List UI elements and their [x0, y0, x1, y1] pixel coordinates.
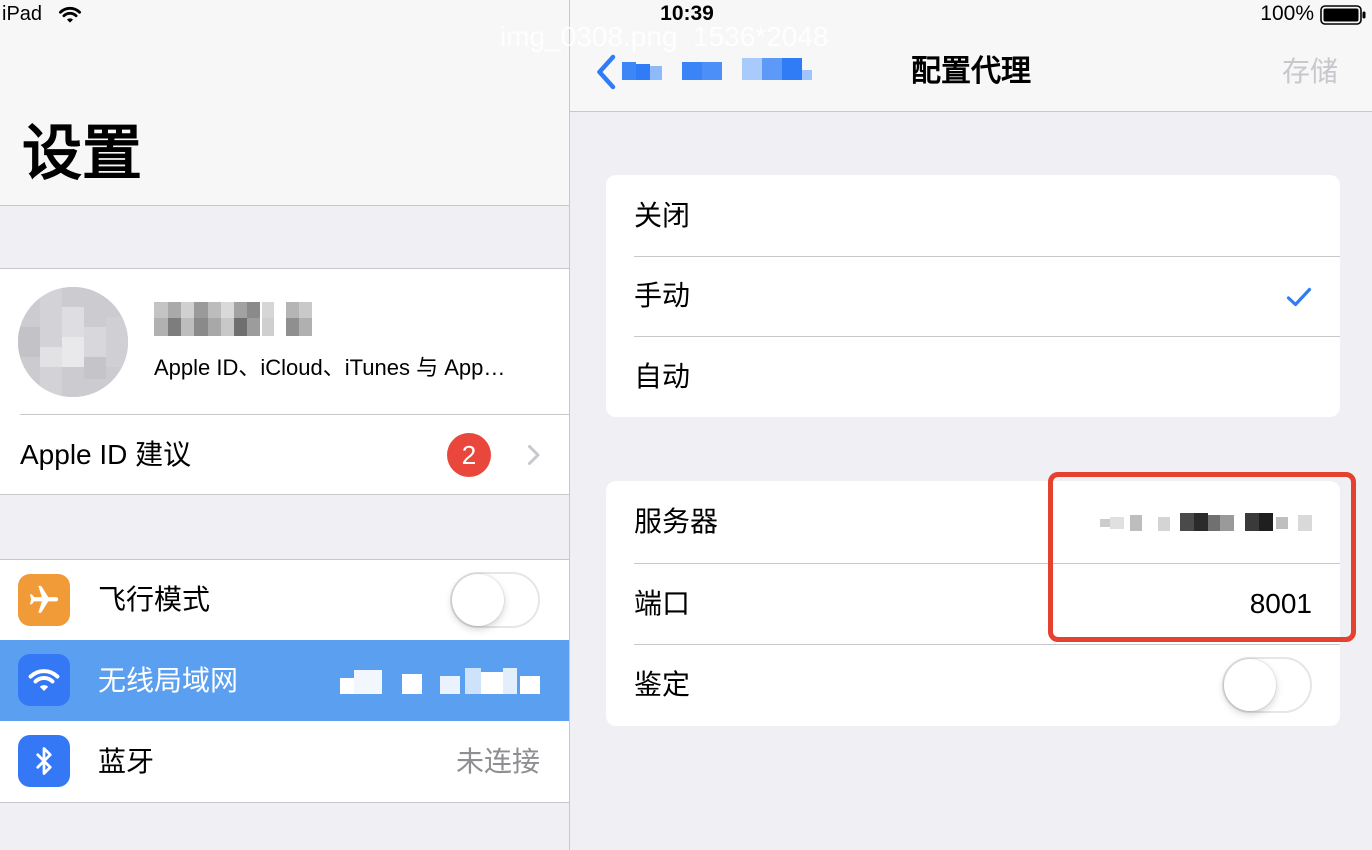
battery-percentage: 100%	[1260, 2, 1314, 25]
mosaic-cell	[247, 302, 260, 318]
mosaic-cell	[40, 347, 62, 367]
server-label: 服务器	[634, 506, 719, 537]
sidebar-item-label: 蓝牙	[98, 746, 155, 777]
sidebar-nav-bar: 设置	[0, 0, 569, 206]
wifi-icon	[58, 6, 81, 23]
mosaic-cell	[234, 302, 247, 318]
proxy-mode-auto-row[interactable]: 自动	[606, 336, 1340, 417]
mosaic-cell	[154, 302, 168, 318]
mosaic-cell	[299, 302, 312, 318]
mosaic-cell	[234, 318, 247, 336]
mosaic-cell	[299, 318, 312, 336]
mosaic-cell	[247, 318, 260, 336]
connectivity-group: 飞行模式 无线局域网 蓝牙 未连接	[0, 559, 569, 803]
proxy-mode-label: 关闭	[634, 200, 691, 231]
sidebar-item-bluetooth[interactable]: 蓝牙 未连接	[0, 721, 569, 802]
mosaic-cell	[168, 302, 181, 318]
mosaic-cell	[221, 302, 234, 318]
sidebar-title: 设置	[22, 120, 142, 187]
mosaic-cell	[481, 672, 503, 694]
authentication-label: 鉴定	[634, 669, 691, 700]
sidebar-item-label: 飞行模式	[98, 584, 211, 615]
mosaic-cell	[62, 307, 84, 337]
mosaic-cell	[262, 302, 274, 318]
mosaic-cell	[154, 318, 168, 336]
mosaic-cell	[181, 318, 194, 336]
redacted-network-name	[340, 668, 540, 694]
mosaic-cell	[340, 678, 354, 694]
mosaic-cell	[18, 327, 40, 357]
bluetooth-icon	[18, 735, 70, 787]
save-button[interactable]: 存储	[1282, 50, 1338, 94]
checkmark-icon	[1286, 287, 1312, 307]
notification-badge: 2	[447, 433, 491, 477]
mosaic-cell	[208, 302, 221, 318]
sidebar-item-label: 无线局域网	[98, 665, 239, 696]
mosaic-cell	[106, 317, 128, 367]
airplane-mode-toggle[interactable]	[450, 572, 540, 628]
proxy-mode-label: 手动	[634, 280, 691, 311]
proxy-mode-off-row[interactable]: 关闭	[606, 175, 1340, 256]
sidebar-item-airplane-mode[interactable]: 飞行模式	[0, 560, 569, 640]
device-name: iPad	[2, 3, 43, 25]
proxy-mode-group: 关闭 手动 自动	[606, 175, 1340, 417]
mosaic-cell	[402, 674, 422, 694]
mosaic-cell	[262, 318, 274, 336]
wifi-icon	[18, 654, 70, 706]
authentication-toggle[interactable]	[1222, 657, 1312, 713]
page-title: 配置代理	[911, 55, 1031, 88]
mosaic-cell	[465, 668, 481, 694]
proxy-mode-manual-row[interactable]: 手动	[606, 256, 1340, 336]
clock: 10:39	[660, 2, 714, 25]
profile-row[interactable]: Apple ID、iCloud、iTunes 与 App…	[0, 269, 569, 414]
mosaic-cell	[194, 302, 208, 318]
redacted-avatar	[18, 287, 128, 397]
toggle-knob	[1224, 659, 1276, 711]
ipad-screen: iPad 10:39 100% img_0308.png 1536*2048 设…	[0, 0, 1372, 850]
avatar	[18, 287, 128, 397]
port-label: 端口	[634, 588, 691, 619]
proxy-mode-label: 自动	[634, 361, 691, 392]
mosaic-cell	[62, 337, 84, 367]
mosaic-cell	[440, 676, 460, 694]
apple-id-suggestions-row[interactable]: Apple ID 建议 2	[0, 415, 569, 494]
mosaic-cell	[84, 327, 106, 357]
chevron-right-icon	[528, 445, 540, 465]
mosaic-cell	[40, 287, 62, 397]
mosaic-cell	[354, 670, 382, 694]
apple-id-suggestions-label: Apple ID 建议	[20, 439, 192, 470]
mosaic-cell	[208, 318, 221, 336]
mosaic-cell	[181, 302, 194, 318]
authentication-row[interactable]: 鉴定	[606, 644, 1340, 726]
mosaic-cell	[286, 302, 299, 318]
redacted-profile-name	[154, 302, 312, 336]
split-view-divider	[569, 0, 570, 850]
toggle-knob	[452, 574, 504, 626]
mosaic-cell	[520, 676, 540, 694]
battery-icon	[1320, 5, 1366, 25]
account-group: Apple ID、iCloud、iTunes 与 App… Apple ID 建…	[0, 268, 569, 495]
mosaic-cell	[503, 668, 517, 694]
status-bar: iPad 10:39 100%	[0, 0, 1372, 28]
mosaic-cell	[221, 318, 234, 336]
highlight-annotation	[1048, 472, 1356, 642]
mosaic-cell	[84, 357, 106, 379]
mosaic-cell	[286, 318, 299, 336]
profile-subtitle: Apple ID、iCloud、iTunes 与 App…	[154, 355, 506, 380]
mosaic-cell	[168, 318, 181, 336]
mosaic-cell	[194, 318, 208, 336]
airplane-icon	[18, 574, 70, 626]
sidebar-item-wifi[interactable]: 无线局域网	[0, 640, 569, 721]
bluetooth-status: 未连接	[455, 746, 540, 777]
